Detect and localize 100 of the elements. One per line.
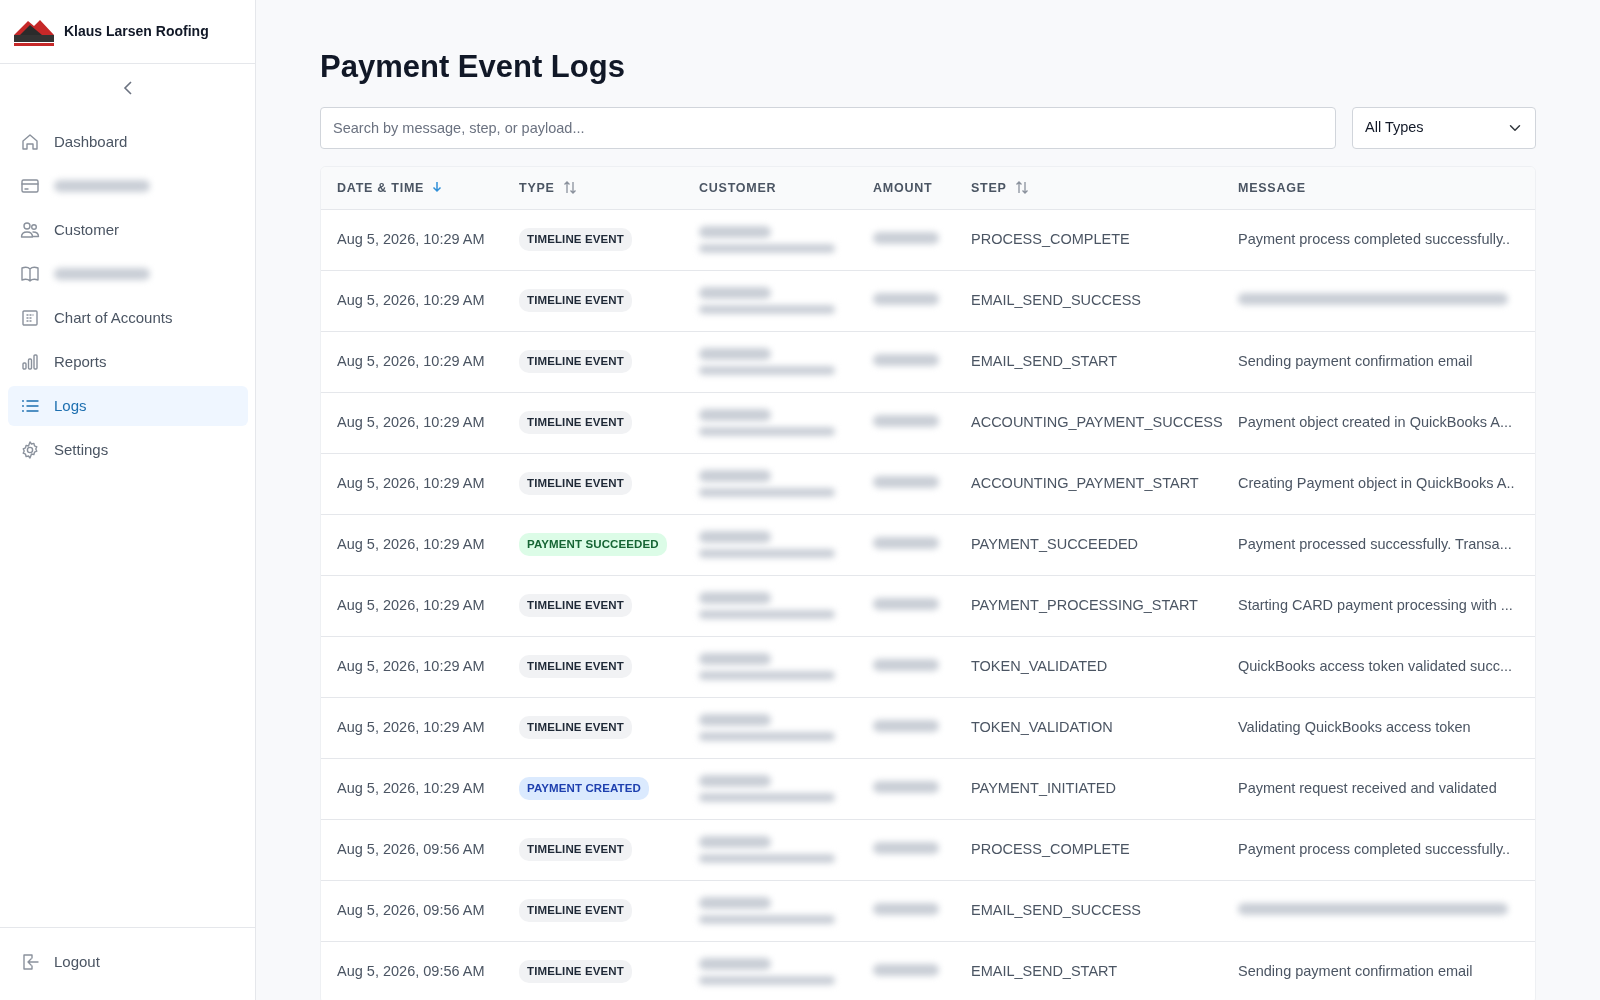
step-text: EMAIL_SEND_START xyxy=(971,962,1118,979)
type-filter-dropdown[interactable]: All Types xyxy=(1352,107,1536,150)
home-icon xyxy=(20,132,40,152)
type-badge: TIMELINE EVENT xyxy=(519,228,632,252)
blurred-amount xyxy=(873,536,939,549)
blurred-customer-name xyxy=(699,958,771,971)
page-title: Payment Event Logs xyxy=(320,48,626,86)
column-header[interactable]: STEP xyxy=(971,180,1007,195)
chevron-left-icon xyxy=(122,80,133,96)
type-badge: PAYMENT SUCCEEDED xyxy=(519,533,667,557)
blurred-amount xyxy=(873,353,939,366)
users-icon xyxy=(20,220,40,240)
type-badge: TIMELINE EVENT xyxy=(519,472,632,496)
blurred-amount xyxy=(873,414,939,427)
blurred-amount xyxy=(873,780,939,793)
blurred-amount xyxy=(873,292,939,305)
message-text: Creating Payment object in QuickBooks A.. xyxy=(1238,474,1515,491)
date-text: Aug 5, 2026, 10:29 AM xyxy=(337,535,485,552)
date-text: Aug 5, 2026, 09:56 AM xyxy=(337,901,485,918)
date-text: Aug 5, 2026, 10:29 AM xyxy=(337,596,485,613)
book-icon xyxy=(20,264,40,284)
search-field[interactable]: Search by message, step, or payload... xyxy=(320,107,1336,150)
type-badge: PAYMENT CREATED xyxy=(519,777,649,801)
blurred-amount xyxy=(873,597,939,610)
ledger-icon xyxy=(20,308,40,328)
logout-icon xyxy=(20,952,40,972)
date-text: Aug 5, 2026, 10:29 AM xyxy=(337,718,485,735)
date-text: Aug 5, 2026, 09:56 AM xyxy=(337,840,485,857)
blurred-customer-name xyxy=(699,531,771,544)
type-badge: TIMELINE EVENT xyxy=(519,411,632,435)
type-badge: TIMELINE EVENT xyxy=(519,594,632,618)
blurred-customer-name xyxy=(699,470,771,483)
blurred-customer-name xyxy=(699,287,771,300)
step-text: TOKEN_VALIDATED xyxy=(971,657,1108,674)
step-text: PAYMENT_SUCCEEDED xyxy=(971,535,1139,552)
type-badge: TIMELINE EVENT xyxy=(519,350,632,374)
message-text: Sending payment confirmation email xyxy=(1238,962,1473,979)
blurred-customer-name xyxy=(699,409,771,422)
blurred-amount xyxy=(873,963,939,976)
message-text: Starting CARD payment processing with ... xyxy=(1238,596,1513,613)
step-text: PAYMENT_INITIATED xyxy=(971,779,1116,796)
blurred-customer-name xyxy=(699,226,771,239)
step-text: ACCOUNTING_PAYMENT_START xyxy=(971,474,1199,491)
bar-chart-icon xyxy=(20,352,40,372)
blurred-customer-name xyxy=(699,836,771,849)
blurred-amount xyxy=(873,475,939,488)
date-text: Aug 5, 2026, 10:29 AM xyxy=(337,474,485,491)
blurred-customer-name xyxy=(699,897,771,910)
type-badge: TIMELINE EVENT xyxy=(519,716,632,740)
card-icon xyxy=(20,176,40,196)
step-text: TOKEN_VALIDATION xyxy=(971,718,1113,735)
column-header[interactable]: DATE & TIME xyxy=(337,180,425,195)
column-header[interactable]: TYPE xyxy=(519,180,555,195)
sidebar-item[interactable]: Customer xyxy=(8,210,248,250)
blurred-amount xyxy=(873,719,939,732)
type-badge: TIMELINE EVENT xyxy=(519,838,632,862)
message-text: Payment request received and validated xyxy=(1238,779,1497,796)
sort-descending-icon[interactable] xyxy=(432,180,443,193)
date-text: Aug 5, 2026, 10:29 AM xyxy=(337,413,485,430)
sidebar-item[interactable]: Settings xyxy=(8,430,248,470)
type-badge: TIMELINE EVENT xyxy=(519,655,632,679)
sidebar-item[interactable]: Dashboard xyxy=(8,122,248,162)
message-text: Payment processed successfully. Transa... xyxy=(1238,535,1512,552)
blurred-customer-name xyxy=(699,775,771,788)
step-text: PAYMENT_PROCESSING_START xyxy=(971,596,1198,613)
logout-link[interactable]: Logout xyxy=(8,942,248,982)
column-header[interactable]: CUSTOMER xyxy=(699,180,777,195)
date-text: Aug 5, 2026, 10:29 AM xyxy=(337,291,485,308)
step-text: EMAIL_SEND_SUCCESS xyxy=(971,901,1142,918)
message-text: Validating QuickBooks access token xyxy=(1238,718,1471,735)
sidebar-item[interactable]: Reports xyxy=(8,342,248,382)
blurred-amount xyxy=(873,658,939,671)
message-text: Payment process completed successfully.. xyxy=(1238,840,1511,857)
type-badge: TIMELINE EVENT xyxy=(519,960,632,984)
step-text: PROCESS_COMPLETE xyxy=(971,230,1130,247)
step-text: ACCOUNTING_PAYMENT_SUCCESS xyxy=(971,413,1223,430)
sort-icon[interactable] xyxy=(562,180,577,194)
date-text: Aug 5, 2026, 10:29 AM xyxy=(337,779,485,796)
blurred-amount xyxy=(873,841,939,854)
message-text: Payment object created in QuickBooks A... xyxy=(1238,413,1513,430)
date-text: Aug 5, 2026, 10:29 AM xyxy=(337,230,485,247)
sort-icon[interactable] xyxy=(1014,180,1029,194)
date-text: Aug 5, 2026, 10:29 AM xyxy=(337,352,485,369)
column-header[interactable]: MESSAGE xyxy=(1238,180,1306,195)
type-badge: TIMELINE EVENT xyxy=(519,289,632,313)
blurred-customer-name xyxy=(699,653,771,666)
blurred-amount xyxy=(873,231,939,244)
sidebar-item[interactable]: Logs xyxy=(8,386,248,426)
step-text: EMAIL_SEND_START xyxy=(971,352,1118,369)
settings-icon xyxy=(20,440,40,460)
brand-name: Klaus Larsen Roofing xyxy=(64,22,209,41)
type-badge: TIMELINE EVENT xyxy=(519,899,632,923)
step-text: PROCESS_COMPLETE xyxy=(971,840,1130,857)
message-text: Payment process completed successfully.. xyxy=(1238,230,1511,247)
message-text: Sending payment confirmation email xyxy=(1238,352,1473,369)
blurred-amount xyxy=(873,902,939,915)
blurred-customer-name xyxy=(699,348,771,361)
date-text: Aug 5, 2026, 09:56 AM xyxy=(337,962,485,979)
blurred-customer-name xyxy=(699,714,771,727)
sidebar-item[interactable]: Chart of Accounts xyxy=(8,298,248,338)
